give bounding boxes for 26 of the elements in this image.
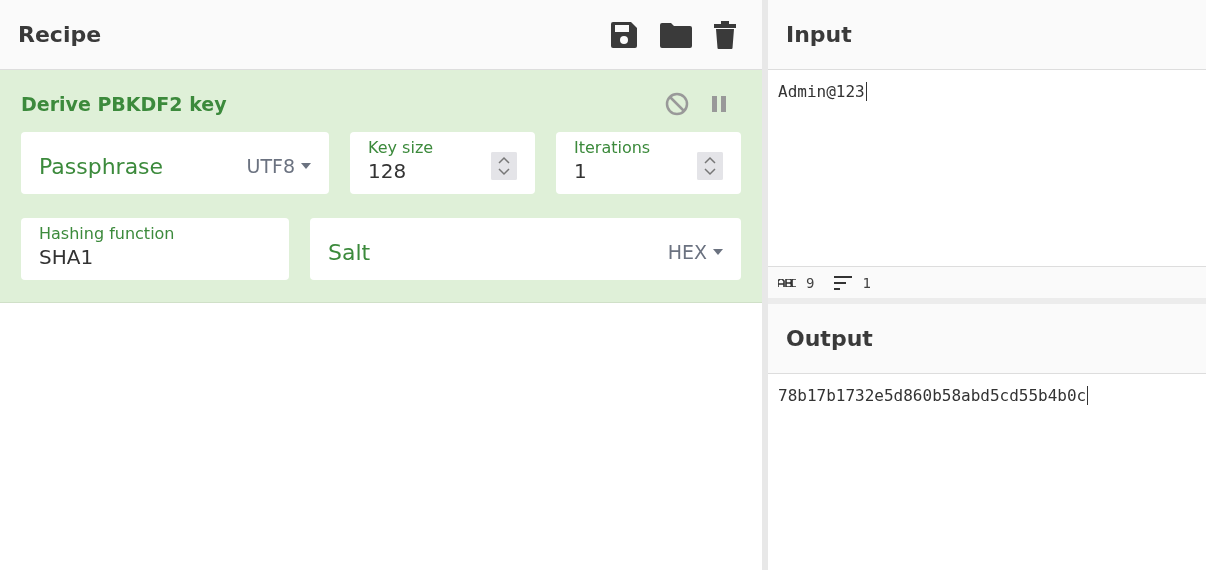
number-field[interactable]: Iterations 1 xyxy=(556,132,741,194)
lines-icon xyxy=(834,275,853,290)
encoding-dropdown[interactable]: HEX xyxy=(667,241,723,263)
panel-title: Recipe xyxy=(18,22,103,47)
encoding-dropdown[interactable]: UTF8 xyxy=(246,155,311,177)
spinner-icon[interactable] xyxy=(697,152,723,180)
spinner-icon[interactable] xyxy=(491,152,517,180)
input-field[interactable]: Admin@123 xyxy=(768,70,1206,266)
disable-icon[interactable] xyxy=(665,92,689,116)
abc-icon xyxy=(778,278,796,287)
operation-title: Derive PBKDF2 key xyxy=(21,93,228,115)
line-count: 1 xyxy=(862,274,871,291)
caret-icon xyxy=(301,163,311,169)
string-field[interactable]: Salt HEX xyxy=(310,218,741,280)
number-field[interactable]: Key size 128 xyxy=(350,132,535,194)
trash-icon[interactable] xyxy=(714,20,736,49)
folder-icon[interactable] xyxy=(660,21,692,48)
length-count: 9 xyxy=(806,274,815,291)
save-icon[interactable] xyxy=(610,20,638,49)
panel-title: Input xyxy=(786,22,853,47)
output-field[interactable]: 78b17b1732e5d860b58abd5cd55b4b0c xyxy=(768,374,1206,570)
pause-icon[interactable] xyxy=(711,95,727,113)
panel-title: Output xyxy=(786,326,874,351)
select-field[interactable]: Hashing function SHA1 xyxy=(21,218,289,280)
string-field[interactable]: Passphrase UTF8 xyxy=(21,132,329,194)
caret-icon xyxy=(713,249,723,255)
